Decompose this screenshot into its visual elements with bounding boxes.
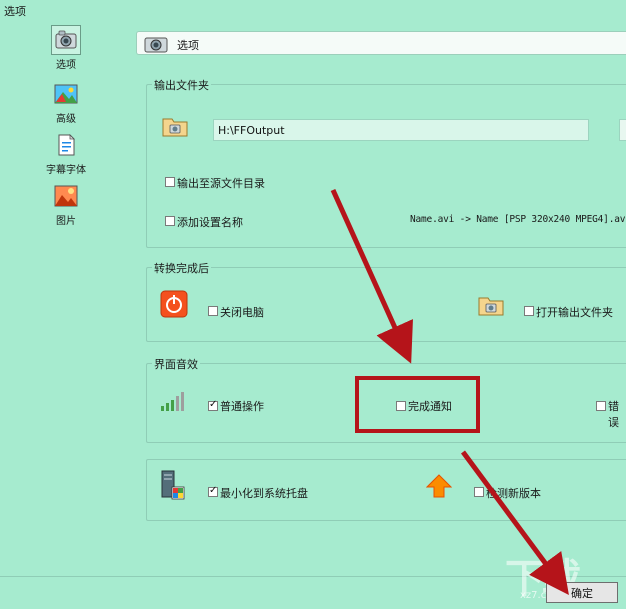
annotation-arrow-lower xyxy=(460,450,569,596)
annotation-arrow-upper xyxy=(330,188,413,364)
annotation-arrows xyxy=(330,188,569,596)
